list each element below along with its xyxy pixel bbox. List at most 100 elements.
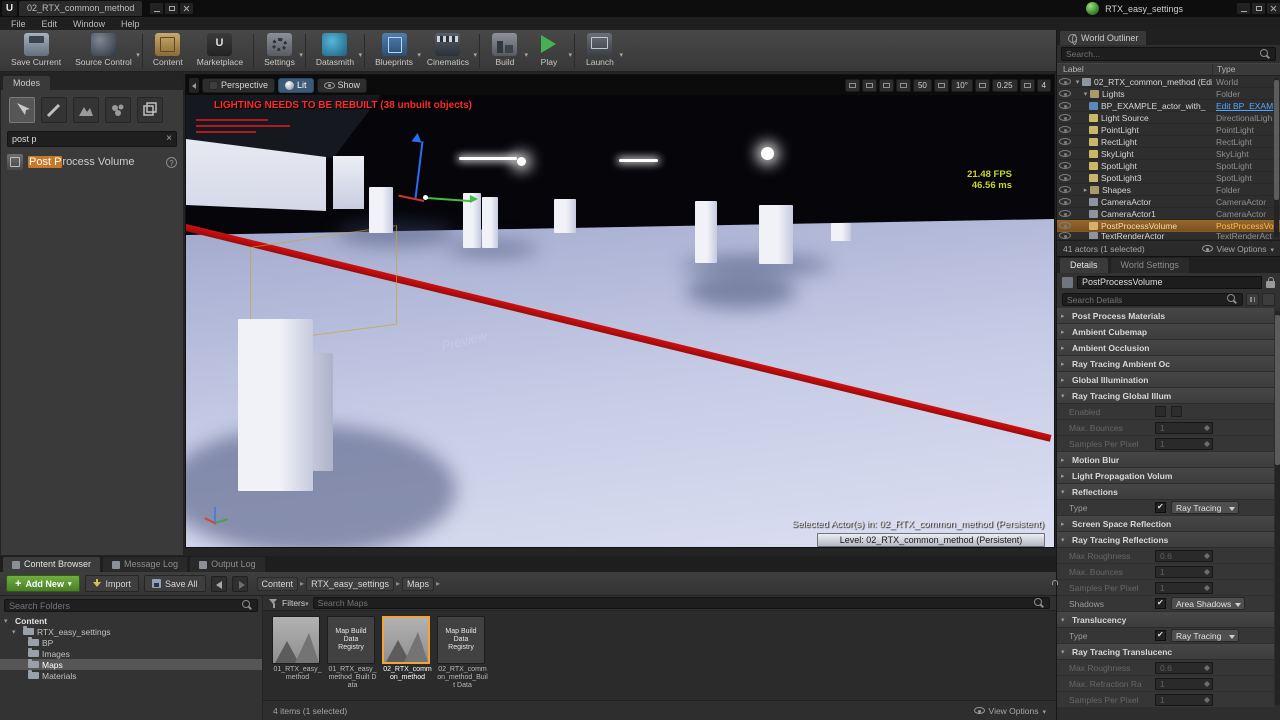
menu-window[interactable]: Window — [66, 19, 112, 29]
section-global-illumination[interactable]: Global Illumination — [1057, 372, 1274, 388]
property-max-bounces[interactable]: Max. Bounces 1 — [1057, 564, 1274, 580]
tab-world-settings[interactable]: World Settings — [1110, 258, 1189, 273]
property-max-roughness[interactable]: Max Roughness 0.6 — [1057, 548, 1274, 564]
type-checkbox[interactable] — [1155, 630, 1166, 641]
content-view-options[interactable]: View Options — [973, 706, 1046, 716]
source-control-button[interactable]: Source Control — [68, 32, 139, 68]
outliner-row[interactable]: 02_RTX_common_method (Editor)World — [1057, 76, 1280, 88]
scale-snap-icon[interactable] — [974, 78, 990, 92]
visibility-eye-icon[interactable] — [1059, 150, 1071, 157]
breadcrumb-content[interactable]: Content — [256, 576, 299, 591]
details-search-input[interactable] — [1067, 294, 1227, 305]
visibility-eye-icon[interactable] — [1059, 174, 1071, 181]
section-motion-blur[interactable]: Motion Blur — [1057, 452, 1274, 468]
visibility-eye-icon[interactable] — [1059, 114, 1071, 121]
property-enabled[interactable]: Enabled — [1057, 404, 1274, 420]
outliner-row[interactable]: BP_EXAMPLE_actor_with_ Edit BP_EXAM — [1057, 100, 1280, 112]
pillar[interactable] — [238, 319, 313, 491]
scene-3d[interactable]: LIGHTING NEEDS TO BE REBUILT (38 unbuilt… — [186, 95, 1054, 547]
gizmo-center[interactable] — [423, 195, 428, 200]
shadows-dropdown[interactable]: Area Shadows — [1171, 597, 1246, 610]
section-ray-tracing-ambient-occlusion[interactable]: Ray Tracing Ambient Oc — [1057, 356, 1274, 372]
pillar[interactable] — [831, 223, 851, 241]
visibility-eye-icon[interactable] — [1059, 222, 1071, 229]
outliner-row[interactable]: SpotLight SpotLight — [1057, 160, 1280, 172]
max-bounces-input[interactable]: 1 — [1155, 421, 1213, 434]
pillar[interactable] — [759, 205, 793, 264]
tree-item-project[interactable]: RTX_easy_settings — [0, 626, 262, 637]
visibility-eye-icon[interactable] — [1059, 78, 1071, 85]
samples-per-pixel-input[interactable]: 1 — [1155, 437, 1213, 450]
samples-per-pixel-input[interactable]: 1 — [1155, 693, 1213, 706]
asset-search-input[interactable] — [317, 598, 1034, 608]
visibility-eye-icon[interactable] — [1059, 102, 1071, 109]
column-label[interactable]: Label — [1057, 64, 1212, 75]
modes-search-input[interactable] — [12, 134, 167, 144]
rect-light[interactable] — [619, 159, 658, 162]
section-ambient-occlusion[interactable]: Ambient Occlusion — [1057, 340, 1274, 356]
section-ray-tracing-reflections[interactable]: Ray Tracing Reflections — [1057, 532, 1274, 548]
section-ambient-cubemap[interactable]: Ambient Cubemap — [1057, 324, 1274, 340]
property-samples-per-pixel[interactable]: Samples Per Pixel 1 — [1057, 692, 1274, 708]
place-mode-button[interactable] — [9, 97, 35, 123]
property-max-bounces[interactable]: Max. Bounces 1 — [1057, 420, 1274, 436]
build-button[interactable]: Build — [483, 32, 528, 68]
folders-search-input[interactable] — [9, 600, 242, 611]
edit-blueprint-link[interactable]: Edit BP_EXAM — [1212, 101, 1280, 111]
property-samples-per-pixel[interactable]: Samples Per Pixel 1 — [1057, 580, 1274, 596]
foliage-mode-button[interactable] — [105, 97, 131, 123]
shadows-checkbox[interactable] — [1155, 598, 1166, 609]
clear-search-icon[interactable] — [166, 134, 172, 144]
scale-snap-value[interactable]: 0.25 — [991, 78, 1018, 92]
geometry-mode-button[interactable] — [137, 97, 163, 123]
settings-eye-icon[interactable] — [1262, 293, 1275, 306]
cinematics-button[interactable]: Cinematics — [420, 32, 477, 68]
landscape-mode-button[interactable] — [73, 97, 99, 123]
show-button[interactable]: Show — [316, 77, 368, 93]
max-roughness-input[interactable]: 0.6 — [1155, 549, 1213, 562]
pillar[interactable] — [554, 199, 576, 233]
outliner-row[interactable]: TextRenderActor TextRenderAct — [1057, 232, 1280, 240]
outliner-row-selected[interactable]: PostProcessVolume PostProcessVo — [1057, 220, 1280, 232]
outliner-search-input[interactable] — [1066, 49, 1260, 59]
minimize-icon[interactable] — [1237, 3, 1250, 14]
asset-tile[interactable]: Map Build Data Registry 01_RTX_easy_meth… — [327, 616, 378, 690]
play-button[interactable]: Play — [527, 32, 572, 68]
outliner-row[interactable]: PointLight PointLight — [1057, 124, 1280, 136]
datasmith-button[interactable]: Datasmith — [309, 32, 362, 68]
gizmo-x-axis[interactable] — [398, 194, 425, 202]
rotation-snap-icon[interactable] — [933, 78, 949, 92]
details-scrollbar[interactable] — [1275, 311, 1280, 705]
property-reflection-type[interactable]: TypeRay Tracing — [1057, 500, 1274, 516]
section-light-propagation-volume[interactable]: Light Propagation Volum — [1057, 468, 1274, 484]
mode-search-result[interactable]: Post Process Volume — [7, 153, 177, 171]
camera-speed-icon[interactable] — [1019, 78, 1035, 92]
reset-box[interactable] — [1171, 406, 1182, 417]
visibility-eye-icon[interactable] — [1059, 198, 1071, 205]
property-samples-per-pixel[interactable]: Samples Per Pixel 1 — [1057, 436, 1274, 452]
save-all-button[interactable]: Save All — [143, 575, 206, 592]
tab-content-browser[interactable]: Content Browser — [3, 557, 101, 572]
visibility-eye-icon[interactable] — [1059, 232, 1071, 239]
camera-speed-value[interactable]: 4 — [1036, 78, 1051, 92]
visibility-eye-icon[interactable] — [1059, 126, 1071, 133]
menu-file[interactable]: File — [4, 19, 33, 29]
tab-output-log[interactable]: Output Log — [190, 557, 265, 572]
section-reflections[interactable]: Reflections — [1057, 484, 1274, 500]
property-max-roughness[interactable]: Max Roughness 0.6 — [1057, 660, 1274, 676]
tree-item-maps[interactable]: Maps — [0, 659, 262, 670]
tab-details[interactable]: Details — [1060, 258, 1108, 273]
grid-snap-icon[interactable] — [895, 78, 911, 92]
menu-edit[interactable]: Edit — [35, 19, 65, 29]
level-title-tab[interactable]: 02_RTX_common_method — [19, 1, 143, 16]
max-roughness-input[interactable]: 0.6 — [1155, 661, 1213, 674]
tab-message-log[interactable]: Message Log — [103, 557, 188, 572]
close-icon[interactable] — [180, 3, 194, 14]
menu-help[interactable]: Help — [114, 19, 147, 29]
lock-icon[interactable] — [1266, 276, 1275, 288]
pillar[interactable] — [369, 187, 393, 233]
translucency-type-dropdown[interactable]: Ray Tracing — [1171, 629, 1239, 642]
outliner-view-options[interactable]: View Options — [1201, 244, 1274, 254]
launch-button[interactable]: Launch — [578, 32, 623, 68]
close-icon[interactable] — [1267, 3, 1280, 14]
